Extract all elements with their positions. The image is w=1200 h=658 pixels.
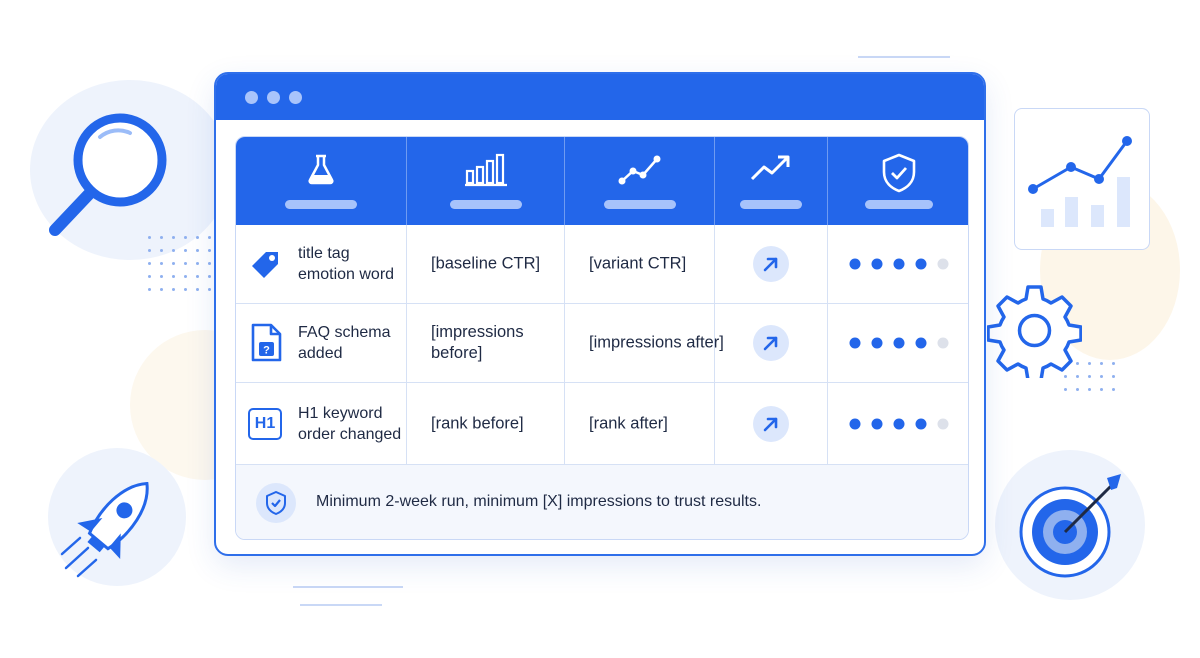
confidence-rating [849, 418, 949, 429]
trend-up-icon [750, 155, 790, 181]
arrow-up-right-icon [763, 417, 778, 431]
header-placeholder [740, 200, 802, 209]
deco-line [858, 56, 950, 58]
cell-before: [impressions before] [407, 304, 565, 382]
value-before: [rank before] [431, 414, 524, 432]
arrow-up-right-icon [763, 257, 778, 272]
h1-icon-label: H1 [254, 414, 276, 432]
shield-check-icon [882, 153, 916, 193]
rating-dot-filled [893, 258, 905, 270]
table-header [236, 137, 968, 225]
line-chart-icon [618, 155, 660, 185]
test-name: H1 keyword order changed [298, 404, 402, 443]
header-placeholder [285, 200, 357, 209]
footer-note: Minimum 2-week run, minimum [X] impressi… [236, 464, 968, 539]
header-col-confidence[interactable] [828, 137, 968, 225]
rating-dot-filled [849, 258, 861, 270]
test-name: title tag emotion word [298, 245, 395, 283]
rocket-icon [58, 468, 168, 588]
rating-dot-filled [871, 337, 883, 349]
gear-icon [986, 283, 1083, 383]
rating-dot-empty [937, 337, 949, 349]
cell-before: [rank before] [407, 383, 565, 464]
tag-icon [252, 252, 278, 278]
cell-after: [rank after] [565, 383, 715, 464]
header-col-trend[interactable] [715, 137, 828, 225]
app-window: title tag emotion word [baseline CTR] [v… [214, 72, 986, 556]
rating-dot-filled [915, 258, 927, 270]
value-before: [baseline CTR] [431, 254, 541, 273]
h1-icon: H1 [248, 407, 282, 440]
header-col-test[interactable] [236, 137, 407, 225]
bar-chart-icon [464, 153, 507, 187]
footer-shield-badge [256, 483, 296, 523]
window-dot[interactable] [245, 91, 258, 104]
cell-before: [baseline CTR] [407, 225, 565, 303]
header-placeholder [603, 200, 676, 209]
chart-card-icon [1014, 108, 1150, 250]
rating-dot-filled [893, 337, 905, 349]
cell-test: ? FAQ schema added [236, 304, 407, 382]
magnifier-icon [45, 105, 175, 250]
cell-trend [715, 383, 828, 464]
window-titlebar [216, 74, 984, 120]
shield-check-icon [266, 491, 286, 515]
test-name: FAQ schema added [298, 324, 391, 362]
rating-dot-empty [937, 418, 949, 429]
faq-document-icon: ? [251, 323, 282, 362]
rating-dot-filled [871, 418, 883, 429]
window-dot[interactable] [289, 91, 302, 104]
table-row[interactable]: H1 H1 keyword order changed [rank before… [236, 383, 968, 464]
cell-confidence [828, 304, 968, 382]
cell-confidence [828, 383, 968, 464]
target-icon [1015, 470, 1130, 590]
rating-dot-filled [849, 337, 861, 349]
header-col-after[interactable] [565, 137, 715, 225]
value-after: [rank after] [589, 414, 668, 432]
footer-note-text: Minimum 2-week run, minimum [X] impressi… [316, 493, 762, 510]
cell-test: H1 H1 keyword order changed [236, 383, 407, 464]
cell-trend [715, 225, 828, 303]
flask-icon [308, 154, 334, 185]
rating-dot-filled [915, 418, 927, 429]
confidence-rating [849, 258, 949, 270]
cell-after: [variant CTR] [565, 225, 715, 303]
rating-dot-filled [915, 337, 927, 349]
rating-dot-empty [937, 258, 949, 270]
cell-trend [715, 304, 828, 382]
trend-badge[interactable] [753, 325, 789, 361]
trend-badge[interactable] [753, 246, 789, 282]
window-dot[interactable] [267, 91, 280, 104]
rating-dot-filled [849, 418, 861, 429]
trend-badge[interactable] [753, 405, 789, 442]
arrow-up-right-icon [763, 336, 778, 351]
value-after: [impressions after] [589, 333, 724, 352]
deco-line [293, 586, 403, 588]
test-table: title tag emotion word [baseline CTR] [v… [235, 136, 969, 540]
header-col-before[interactable] [407, 137, 565, 225]
value-after: [variant CTR] [589, 254, 687, 273]
rating-dot-filled [893, 418, 905, 429]
table-row[interactable]: ? FAQ schema added [impressions before] … [236, 304, 968, 383]
svg-text:?: ? [263, 345, 270, 357]
cell-test: title tag emotion word [236, 225, 407, 303]
header-placeholder [449, 200, 522, 209]
deco-line [300, 604, 382, 606]
cell-confidence [828, 225, 968, 303]
header-placeholder [865, 200, 933, 209]
rating-dot-filled [871, 258, 883, 270]
cell-after: [impressions after] [565, 304, 724, 382]
table-row[interactable]: title tag emotion word [baseline CTR] [v… [236, 225, 968, 304]
value-before: [impressions before] [431, 323, 524, 362]
confidence-rating [849, 337, 949, 349]
